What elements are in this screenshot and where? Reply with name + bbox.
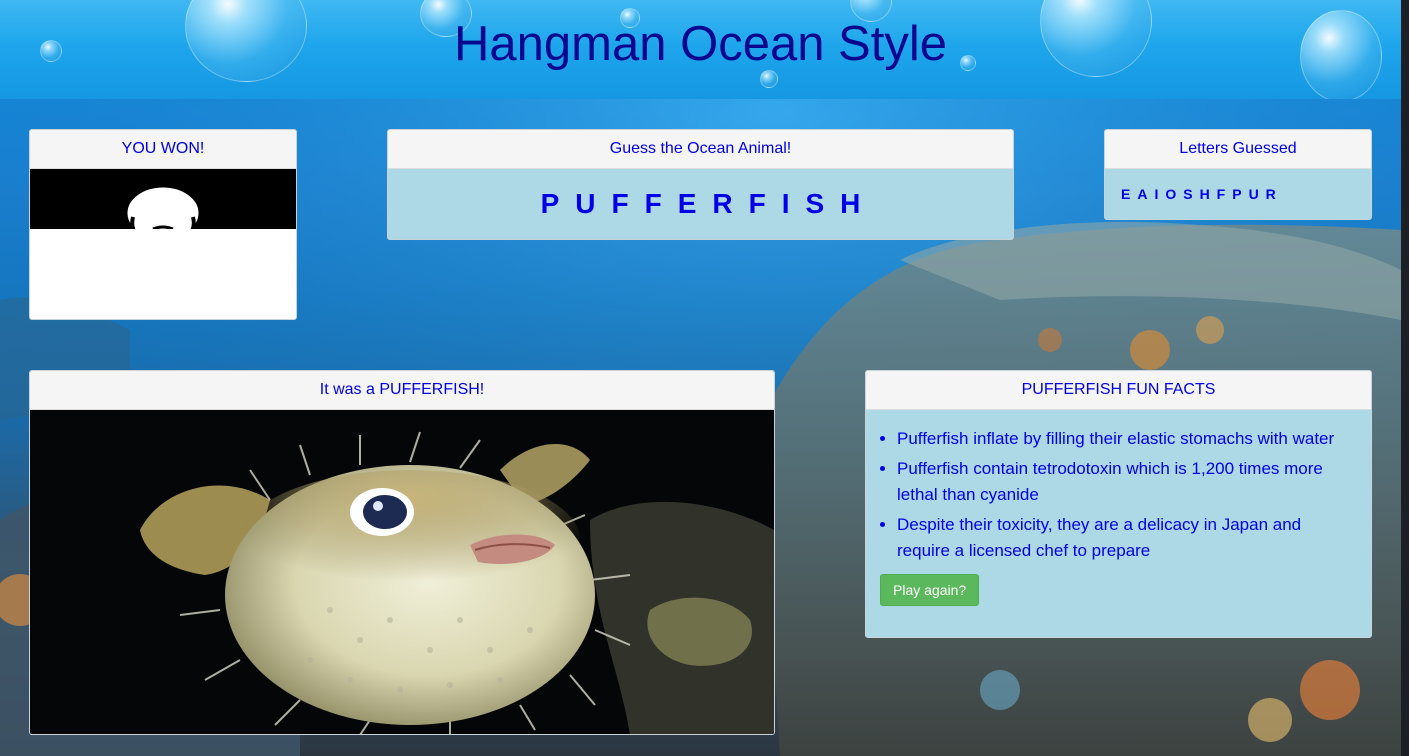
- hangman-status-card: YOU WON!: [29, 129, 297, 320]
- window-edge: [1401, 0, 1409, 756]
- page-title: Hangman Ocean Style: [454, 17, 947, 71]
- fun-fact-item: Pufferfish contain tetrodotoxin which is…: [897, 456, 1355, 508]
- header-banner: Hangman Ocean Style: [0, 0, 1401, 99]
- play-again-button[interactable]: Play again?: [880, 574, 980, 606]
- guess-word-title: Guess the Ocean Animal!: [388, 130, 1013, 169]
- hangman-head-icon: [124, 184, 202, 229]
- pufferfish-image: [30, 410, 774, 734]
- guessed-word: PUFFERFISH: [540, 188, 877, 219]
- status-title: YOU WON!: [30, 130, 296, 169]
- hangman-drawing-area: [30, 169, 296, 319]
- fun-facts-title: PUFFERFISH FUN FACTS: [866, 371, 1371, 410]
- guess-word-card: Guess the Ocean Animal! PUFFERFISH: [387, 129, 1014, 240]
- pufferfish-illustration: [140, 431, 774, 734]
- reveal-title: It was a PUFFERFISH!: [30, 371, 774, 410]
- page: Hangman Ocean Style YOU WON! Guess the O…: [0, 0, 1409, 756]
- letters-guessed-title: Letters Guessed: [1105, 130, 1371, 169]
- letters-guessed-list: EAIOSHFPUR: [1121, 186, 1283, 202]
- reveal-card: It was a PUFFERFISH!: [29, 370, 775, 735]
- fun-facts-card: PUFFERFISH FUN FACTS Pufferfish inflate …: [865, 370, 1372, 638]
- fun-facts-body: Pufferfish inflate by filling their elas…: [866, 410, 1371, 606]
- fun-fact-item: Pufferfish inflate by filling their elas…: [897, 426, 1355, 452]
- hangman-canvas: [30, 169, 296, 229]
- fun-facts-list: Pufferfish inflate by filling their elas…: [880, 426, 1355, 564]
- letters-guessed-card: Letters Guessed EAIOSHFPUR: [1104, 129, 1372, 220]
- fun-fact-item: Despite their toxicity, they are a delic…: [897, 512, 1355, 564]
